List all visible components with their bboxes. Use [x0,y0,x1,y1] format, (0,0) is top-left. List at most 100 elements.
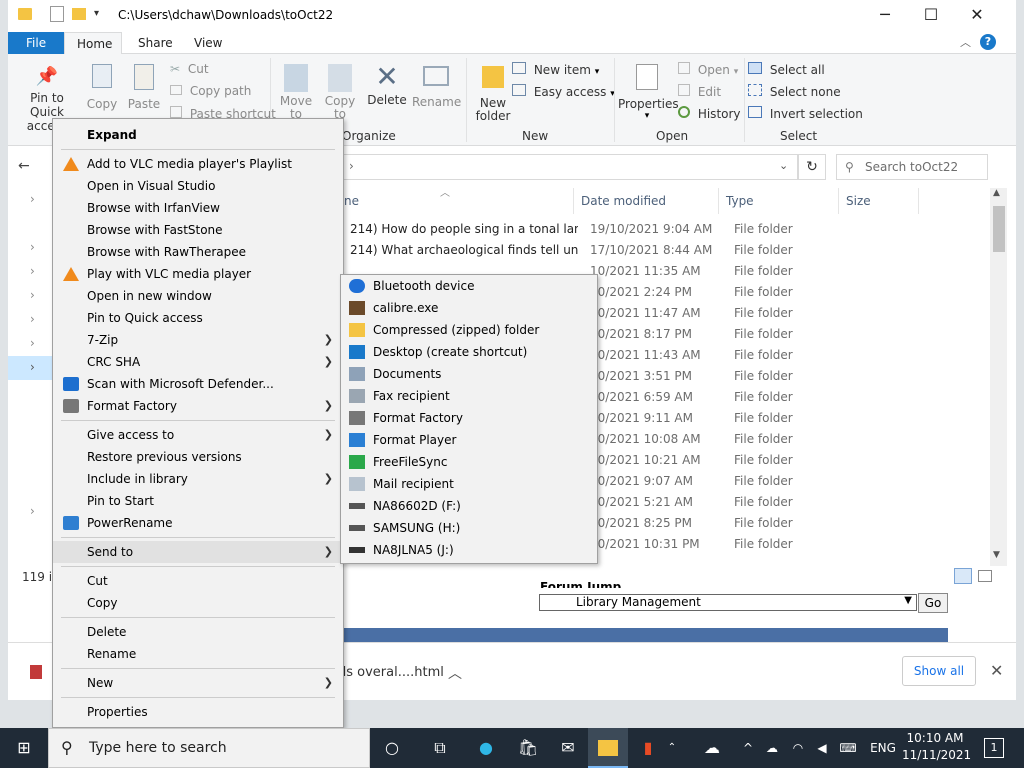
language-indicator[interactable]: ENG [866,728,900,768]
send-to-compressed-folder[interactable]: Compressed (zipped) folder [341,319,597,341]
send-to-documents[interactable]: Documents [341,363,597,385]
menu-item-scan-with-defender[interactable]: Scan with Microsoft Defender... [53,373,343,395]
download-filename[interactable]: ds overal....html [338,665,444,680]
menu-item-format-factory[interactable]: Format Factory ❯ [53,395,343,417]
show-all-button[interactable]: Show all [902,656,976,686]
notification-center-icon[interactable]: 1 [984,738,1004,758]
menu-item-crc-sha[interactable]: CRC SHA ❯ [53,351,343,373]
expand-chevron-icon[interactable]: › [30,312,35,326]
expand-chevron-icon[interactable]: › [30,192,35,206]
forum-select[interactable]: Library Management ▼ [539,594,917,611]
send-to-calibre[interactable]: calibre.exe [341,297,597,319]
overflow-chevron-icon[interactable]: ⌃ [662,728,682,768]
send-to-bluetooth-device[interactable]: Bluetooth device [341,275,597,297]
column-date-modified[interactable]: Date modified [581,194,666,208]
delete-button[interactable]: ✕ Delete [366,58,408,122]
new-item-button[interactable]: New item ▾ [512,62,599,77]
menu-item-browse-with-irfanview[interactable]: Browse with IrfanView [53,197,343,219]
address-bar[interactable]: › ⌄ [340,154,798,180]
expand-chevron-icon[interactable]: › [30,504,35,518]
menu-item-include-in-library[interactable]: Include in library ❯ [53,468,343,490]
select-none-button[interactable]: Select none [748,84,841,99]
copy-path-button[interactable]: Copy path [170,84,251,98]
onedrive-icon[interactable]: ☁ [760,728,784,768]
back-arrow-icon[interactable]: ← [18,158,30,174]
invert-selection-button[interactable]: Invert selection [748,106,863,121]
expand-chevron-icon[interactable]: › [30,360,35,374]
details-view-icon[interactable] [954,568,972,584]
column-type[interactable]: Type [726,194,754,208]
table-row[interactable]: 214) How do people sing in a tonal lang.… [348,222,988,243]
expand-chevron-icon[interactable]: › [30,288,35,302]
maximize-button[interactable]: ☐ [908,0,954,30]
column-name[interactable]: ne [344,194,359,208]
paste-button[interactable]: Paste [126,58,162,122]
menu-item-properties[interactable]: Properties [53,701,343,723]
send-to-drive-h[interactable]: SAMSUNG (H:) [341,517,597,539]
menu-item-restore-previous-versions[interactable]: Restore previous versions [53,446,343,468]
expand-chevron-icon[interactable]: › [30,264,35,278]
menu-item-open-in-new-window[interactable]: Open in new window [53,285,343,307]
address-dropdown-icon[interactable]: ⌄ [779,159,788,172]
menu-item-pin-to-start[interactable]: Pin to Start [53,490,343,512]
copy-button[interactable]: Copy [86,58,118,122]
menu-item-expand[interactable]: Expand [53,124,343,146]
tab-share[interactable]: Share [126,32,185,54]
refresh-icon[interactable]: ↻ [798,154,826,180]
menu-item-cut[interactable]: Cut [53,570,343,592]
file-explorer-taskbar-button[interactable] [588,728,628,768]
volume-icon[interactable]: ◀ [810,728,834,768]
taskbar-search-input[interactable]: ⚲ Type here to search [48,728,370,768]
properties-button[interactable]: Properties ▾ [618,58,679,128]
expand-chevron-icon[interactable]: › [30,240,35,254]
send-to-mail-recipient[interactable]: Mail recipient [341,473,597,495]
history-button[interactable]: History [678,106,741,121]
store-icon[interactable]: 🛍 [508,728,548,768]
menu-item-copy[interactable]: Copy [53,592,343,614]
open-button[interactable]: Open ▾ [678,62,738,77]
select-all-button[interactable]: Select all [748,62,825,77]
menu-item-delete[interactable]: Delete [53,621,343,643]
menu-item-new[interactable]: New ❯ [53,672,343,694]
tab-file[interactable]: File [8,32,64,54]
column-size[interactable]: Size [846,194,871,208]
expand-chevron-icon[interactable]: › [30,336,35,350]
search-input[interactable]: ⚲ Search toOct22 [836,154,988,180]
scroll-up-icon[interactable]: ▲ [993,188,1000,198]
tab-view[interactable]: View [182,32,234,54]
menu-item-browse-with-faststone[interactable]: Browse with FastStone [53,219,343,241]
move-to-button[interactable]: Move to [276,58,316,122]
windows-start-icon[interactable]: ⊞ [4,728,44,768]
copy-to-button[interactable]: Copy to [320,58,360,122]
cut-button[interactable]: ✂ Cut [170,62,209,76]
ribbon-collapse-icon[interactable]: ︿ [960,34,971,50]
help-icon[interactable]: ? [980,34,996,50]
send-to-desktop-shortcut[interactable]: Desktop (create shortcut) [341,341,597,363]
weather-icon[interactable]: ☁ [692,728,732,768]
quick-access-dropdown-icon[interactable]: ▾ [94,8,99,19]
clock[interactable]: 10:10 AM 11/11/2021 [902,730,971,766]
new-folder-quick-icon[interactable] [72,8,86,20]
send-to-fax-recipient[interactable]: Fax recipient [341,385,597,407]
task-view-icon[interactable]: ⧉ [420,728,460,768]
scrollbar-thumb[interactable] [993,206,1005,252]
edge-icon[interactable]: ● [466,728,506,768]
send-to-format-factory[interactable]: Format Factory [341,407,597,429]
menu-item-powerrename[interactable]: PowerRename [53,512,343,534]
large-icons-view-icon[interactable] [978,570,992,582]
rename-button[interactable]: Rename [412,58,461,122]
tray-chevron-icon[interactable]: ^ [738,728,758,768]
close-download-bar-icon[interactable]: ✕ [990,661,1003,680]
menu-item-open-in-visual-studio[interactable]: Open in Visual Studio [53,175,343,197]
menu-item-send-to[interactable]: Send to ❯ [53,541,343,563]
keyboard-icon[interactable]: ⌨ [834,728,862,768]
menu-item-rename[interactable]: Rename [53,643,343,665]
go-button[interactable]: Go [918,593,948,613]
minimize-button[interactable]: ─ [862,0,908,30]
menu-item-give-access-to[interactable]: Give access to ❯ [53,424,343,446]
table-row[interactable]: 214) What archaeological finds tell unbe… [348,243,988,264]
easy-access-button[interactable]: Easy access ▾ [512,84,615,99]
properties-quick-icon[interactable] [50,6,64,22]
download-options-chevron-icon[interactable]: ︿ [448,663,462,683]
wifi-icon[interactable]: ◠ [786,728,810,768]
